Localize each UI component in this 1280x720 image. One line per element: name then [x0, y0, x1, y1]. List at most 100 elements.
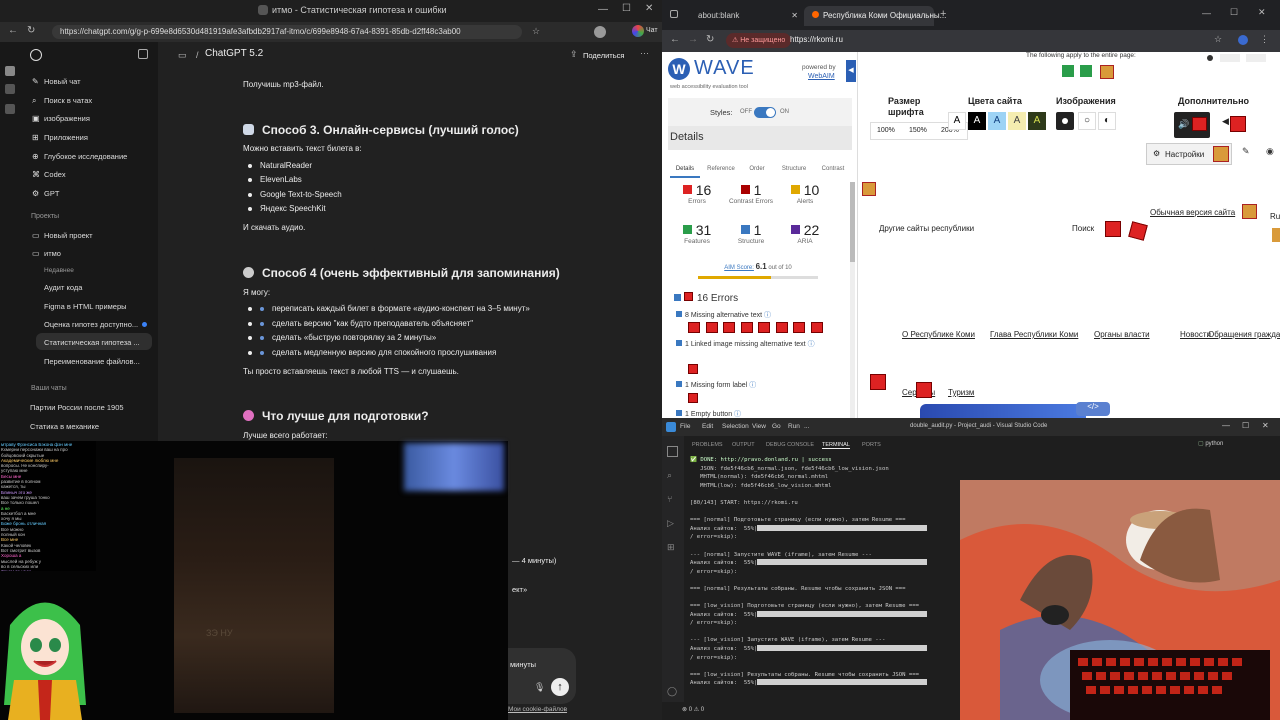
tab-structure[interactable]: Structure [776, 150, 812, 172]
error-marker-icon[interactable] [1128, 221, 1148, 241]
reload-icon[interactable]: ↻ [706, 34, 714, 45]
panel-tab[interactable]: PORTS [862, 442, 881, 448]
error-marker-icon[interactable] [810, 322, 823, 333]
error-marker-icon[interactable] [775, 322, 788, 333]
minimize-icon[interactable]: — [598, 4, 608, 15]
recent-chat-item[interactable]: Переименование файлов... [44, 357, 140, 366]
close-icon[interactable]: ✕ [1262, 421, 1269, 430]
error-marker-icon[interactable] [758, 322, 770, 333]
tab-about-blank[interactable]: about:blank ✕ [690, 6, 804, 26]
microphone-icon[interactable]: 🎙 [534, 682, 545, 693]
error-item[interactable]: 8 Missing alternative text ⓘ [676, 310, 771, 320]
toolbar-chip[interactable] [1246, 54, 1266, 62]
new-tab-icon[interactable]: + [940, 8, 946, 20]
code-badge-icon[interactable]: </> [1076, 402, 1110, 416]
not-secure-badge[interactable]: ⚠ Не защищено [726, 33, 792, 48]
send-button[interactable]: ↑ [551, 678, 569, 696]
browser-sidebar-icon[interactable] [5, 104, 15, 114]
share-button[interactable]: Поделиться [583, 51, 624, 60]
wave-stat-aria[interactable]: 22 ARIA [780, 222, 830, 245]
error-marker-icon[interactable] [723, 322, 735, 333]
color-scheme-white[interactable]: A [948, 112, 966, 130]
wave-extension-icon[interactable] [1238, 35, 1248, 45]
error-marker-icon[interactable] [688, 322, 700, 333]
panel-tab[interactable]: DEBUG CONSOLE [766, 442, 814, 448]
wave-stat-structure[interactable]: 1 Structure [726, 222, 776, 245]
error-marker-icon[interactable] [916, 382, 932, 398]
maximize-icon[interactable]: ☐ [622, 3, 631, 14]
menu-item[interactable]: File [680, 423, 690, 430]
back-icon[interactable]: ← [670, 34, 680, 45]
tab-details[interactable]: Details [670, 150, 700, 178]
tab-rkomi[interactable]: Республика Коми Официальны... [804, 6, 946, 26]
wave-alert-icon[interactable] [1272, 228, 1280, 242]
more-icon[interactable]: ··· [640, 48, 649, 58]
nav-link[interactable]: О Республике Коми [902, 330, 975, 339]
nav-link-tourism[interactable]: Туризм [948, 388, 974, 397]
status-errors[interactable]: ⊗ 0 ⚠ 0 [682, 706, 704, 713]
star-icon[interactable]: ☆ [532, 26, 540, 37]
recent-chat-item-active[interactable]: Статистическая гипотеза ... [44, 338, 140, 347]
error-marker-icon[interactable] [1105, 221, 1121, 237]
error-marker-icon[interactable] [705, 322, 718, 333]
openai-logo-icon[interactable] [30, 49, 42, 61]
tab-order[interactable]: Order [742, 150, 772, 172]
back-icon[interactable]: ← [8, 25, 18, 36]
panel-tab[interactable]: OUTPUT [732, 442, 755, 448]
recent-chat-item[interactable]: Figma в HTML примеры [44, 302, 127, 311]
wave-stat-alerts[interactable]: 10 Alerts [780, 182, 830, 205]
panel-tab[interactable]: PROBLEMS [692, 442, 723, 448]
chat-item[interactable]: Статика в механике [30, 422, 99, 431]
chat-label[interactable]: Чат [646, 27, 658, 34]
toggle-sidebar-icon[interactable] [138, 49, 148, 59]
ru-fragment[interactable]: Ru [1270, 212, 1280, 221]
color-scheme-beige[interactable]: A [1008, 112, 1026, 130]
font-size-100[interactable]: 100% [877, 127, 895, 134]
maximize-icon[interactable]: ☐ [1230, 7, 1238, 18]
model-selector[interactable]: ChatGPT 5.2 [205, 48, 263, 59]
errors-group-header[interactable]: 16 Errors [674, 292, 852, 306]
cookie-link[interactable]: Мои cookie-файлов [508, 706, 567, 713]
recent-chat-item[interactable]: Аудит кода [44, 283, 82, 292]
scrollbar[interactable] [850, 182, 855, 418]
images-on-icon[interactable] [1056, 112, 1074, 130]
nav-link[interactable]: Обращения гражда [1208, 330, 1280, 339]
vscode-title[interactable]: double_audit.py - Project_audi - Visual … [910, 423, 1047, 429]
banner-image[interactable] [920, 404, 1086, 418]
menu-item[interactable]: Selection [722, 423, 749, 430]
chat-item[interactable]: Партии России после 1905 [30, 403, 124, 412]
wave-alert-icon[interactable] [1242, 204, 1257, 219]
close-icon[interactable]: ✕ [1258, 7, 1266, 18]
error-item[interactable]: 1 Missing form label ⓘ [676, 380, 756, 390]
minimize-icon[interactable]: — [1202, 8, 1211, 18]
terminal-output[interactable]: ✅ DONE: http://pravo.donland.ru | succes… [690, 456, 960, 716]
eye-icon[interactable]: ◉ [1266, 146, 1274, 157]
folder-icon[interactable]: ▭ [178, 50, 187, 61]
forward-icon[interactable]: → [688, 34, 698, 45]
images-grayscale-icon[interactable]: ◐ [1098, 112, 1116, 130]
share-icon[interactable]: ⇪ [570, 49, 578, 60]
account-icon[interactable]: ◯ [667, 686, 677, 697]
nav-link[interactable]: Органы власти [1094, 330, 1150, 339]
menu-item[interactable]: Edit [702, 423, 713, 430]
color-scheme-blue[interactable]: A [988, 112, 1006, 130]
error-item[interactable]: 1 Linked image missing alternative text … [676, 340, 826, 350]
run-debug-icon[interactable]: ▷ [667, 518, 674, 529]
settings-button[interactable]: ⚙ Настройки [1146, 143, 1232, 165]
copilot-icon[interactable] [632, 25, 644, 37]
toolbar-chip[interactable] [1220, 54, 1240, 62]
menu-item[interactable]: Run [788, 423, 800, 430]
nav-link[interactable]: Глава Республики Коми [990, 330, 1078, 339]
extensions-icon[interactable]: ⊞ [667, 542, 675, 553]
speech-button[interactable]: 🔊 [1174, 112, 1210, 138]
error-marker-icon[interactable] [740, 322, 753, 333]
error-marker-icon[interactable] [870, 374, 886, 390]
color-scheme-black[interactable]: A [968, 112, 986, 130]
avatar[interactable] [594, 26, 606, 38]
no-visual-icon[interactable]: ✎ [1242, 146, 1250, 157]
styles-toggle[interactable] [754, 107, 776, 118]
normal-version-link[interactable]: Обычная версия сайта [1150, 208, 1235, 217]
images-off-icon[interactable]: ○ [1078, 112, 1096, 130]
tab-contrast[interactable]: Contrast [816, 150, 850, 172]
menu-item[interactable]: Go [772, 423, 781, 430]
